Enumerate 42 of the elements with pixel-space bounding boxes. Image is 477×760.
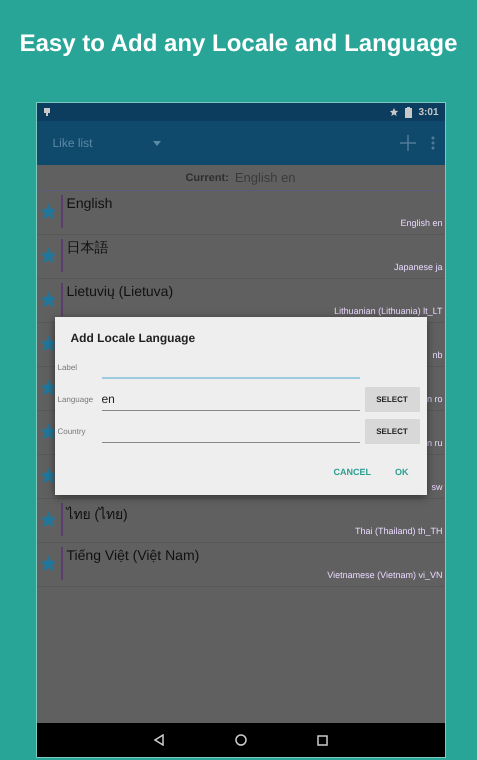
star-icon[interactable]: [38, 246, 58, 265]
star-icon[interactable]: [38, 554, 58, 573]
locale-name[interactable]: ไทย (ไทย): [66, 503, 128, 525]
star-icon[interactable]: [38, 290, 58, 309]
locale-name[interactable]: English: [66, 195, 112, 211]
locale-code: sw: [432, 482, 444, 492]
field-label: Country: [58, 426, 87, 436]
clock-time: 3:01: [418, 106, 438, 118]
locale-code: n ro: [426, 394, 444, 404]
star-icon[interactable]: [38, 202, 58, 221]
locale-code: Lithuanian (Lithuania) lt_LT: [334, 306, 444, 316]
star-icon[interactable]: [38, 422, 58, 441]
headline: Easy to Add any Locale and Language: [20, 29, 458, 59]
back-icon[interactable]: [153, 734, 165, 746]
recents-icon[interactable]: [317, 734, 328, 746]
star-icon: [389, 107, 400, 117]
list-spinner[interactable]: Like list: [52, 136, 161, 150]
locale-code: nb: [432, 350, 444, 360]
locale-code: Thai (Thailand) th_TH: [354, 526, 444, 536]
star-icon[interactable]: [38, 334, 58, 353]
star-icon[interactable]: [38, 378, 58, 397]
locale-name[interactable]: Lietuvių (Lietuva): [66, 283, 174, 299]
field-label: Language: [58, 394, 94, 404]
star-icon[interactable]: [38, 466, 58, 485]
add-icon[interactable]: [398, 134, 416, 152]
dialog-title: Add Locale Language: [70, 331, 196, 345]
locale-code: Japanese ja: [394, 262, 444, 272]
input-field[interactable]: en: [102, 388, 360, 410]
locale-code: n ru: [426, 438, 444, 448]
locale-code: English en: [400, 218, 444, 228]
field-label: Label: [58, 362, 78, 372]
select-button[interactable]: SELECT: [364, 386, 420, 412]
locale-code: Vietnamese (Vietnam) vi_VN: [327, 570, 444, 580]
star-icon[interactable]: [38, 510, 58, 529]
home-icon[interactable]: [235, 734, 247, 746]
more-icon[interactable]: [430, 136, 434, 150]
locale-name[interactable]: Tiếng Việt (Việt Nam): [66, 547, 200, 563]
battery-icon: [405, 106, 412, 118]
ok-button[interactable]: OK: [389, 463, 414, 481]
cancel-button[interactable]: CANCEL: [328, 463, 377, 481]
locale-name[interactable]: 日本語: [66, 239, 108, 257]
select-button[interactable]: SELECT: [364, 418, 420, 444]
